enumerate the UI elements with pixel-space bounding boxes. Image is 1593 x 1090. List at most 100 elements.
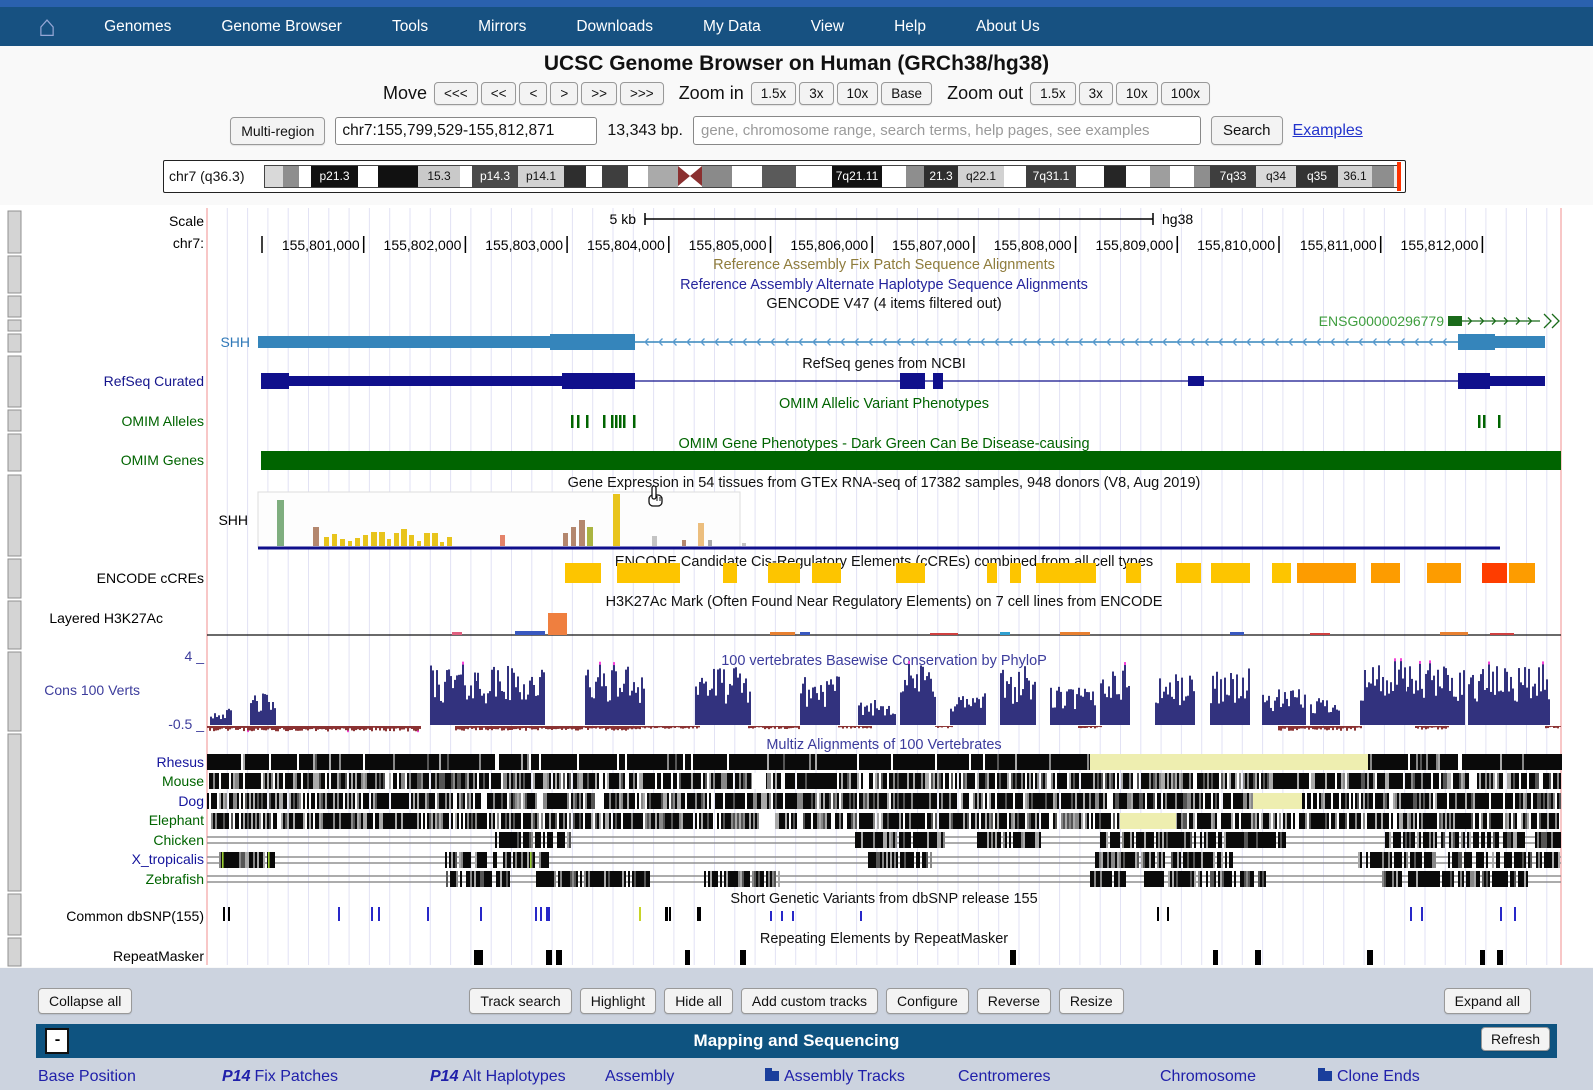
chrom-band[interactable]	[796, 166, 832, 187]
zoom-in-button-1-5x[interactable]: 1.5x	[751, 82, 797, 105]
config-link-base-position[interactable]: Base Position	[38, 1068, 136, 1086]
control-button-add-custom-tracks[interactable]: Add custom tracks	[741, 988, 878, 1014]
control-button-track-search[interactable]: Track search	[469, 988, 571, 1014]
move-button-[interactable]: <	[519, 82, 547, 105]
chrom-band-15-3[interactable]: 15.3	[418, 166, 460, 187]
search-button[interactable]: Search	[1211, 116, 1283, 145]
config-link-clone-ends[interactable]: Clone Ends	[1318, 1068, 1420, 1086]
chrom-band-q35[interactable]: q35	[1296, 166, 1338, 187]
chrom-band[interactable]	[906, 166, 924, 187]
search-input[interactable]	[693, 116, 1201, 145]
chrom-band[interactable]	[702, 166, 732, 187]
base-position-ruler[interactable]: 5 kbhg38155,801,000155,802,000155,803,00…	[262, 211, 1482, 253]
chrom-band[interactable]	[283, 166, 299, 187]
track-omim-alleles[interactable]	[571, 415, 1501, 428]
chrom-band[interactable]	[378, 166, 418, 187]
track-gtex-gene-expression[interactable]	[258, 492, 1500, 548]
config-link-assembly[interactable]: Assembly	[605, 1068, 674, 1086]
chromosome-ideogram[interactable]: chr7 (q36.3) p21.315.3p14.3p14.17q21.112…	[163, 160, 1406, 193]
zoom-out-button-3x[interactable]: 3x	[1079, 82, 1113, 105]
chrom-band[interactable]	[1150, 166, 1170, 187]
multi-region-button[interactable]: Multi-region	[230, 117, 325, 145]
nav-item-downloads[interactable]: Downloads	[576, 18, 653, 36]
chrom-band-7q21-11[interactable]: 7q21.11	[832, 166, 882, 187]
chrom-band[interactable]	[460, 166, 472, 187]
track-repeatmasker[interactable]	[474, 950, 1503, 965]
chrom-band-7q31-1[interactable]: 7q31.1	[1026, 166, 1076, 187]
chrom-band[interactable]	[882, 166, 906, 187]
config-link-alt-haplotypes[interactable]: P14Alt Haplotypes	[430, 1068, 566, 1086]
config-link-assembly-tracks[interactable]: Assembly Tracks	[765, 1068, 905, 1086]
control-button-expand-all[interactable]: Expand all	[1444, 988, 1531, 1014]
chrom-band[interactable]	[1004, 166, 1026, 187]
chrom-band[interactable]	[732, 166, 762, 187]
chrom-band[interactable]	[1126, 166, 1150, 187]
control-button-collapse-all[interactable]: Collapse all	[38, 988, 132, 1014]
chrom-band[interactable]	[299, 166, 311, 187]
chrom-band[interactable]	[358, 166, 378, 187]
chrom-band-p14-1[interactable]: p14.1	[518, 166, 564, 187]
track-drag-handles[interactable]	[8, 211, 21, 966]
track-multiz-mouse[interactable]	[209, 773, 1561, 789]
nav-item-mirrors[interactable]: Mirrors	[478, 18, 526, 36]
track-refseq-curated[interactable]	[261, 373, 1545, 389]
track-multiz-rhesus[interactable]	[207, 754, 1562, 770]
chrom-band-q34[interactable]: q34	[1256, 166, 1296, 187]
zoom-out-button-100x[interactable]: 100x	[1161, 82, 1210, 105]
nav-item-tools[interactable]: Tools	[392, 18, 428, 36]
tracks-image[interactable]: 5 kbhg38155,801,000155,802,000155,803,00…	[0, 205, 1593, 967]
control-button-highlight[interactable]: Highlight	[580, 988, 656, 1014]
chrom-band[interactable]	[564, 166, 586, 187]
chrom-band[interactable]	[1170, 166, 1194, 187]
move-button-[interactable]: <<	[481, 82, 517, 105]
move-button-[interactable]: >>	[581, 82, 617, 105]
refresh-button[interactable]: Refresh	[1481, 1027, 1550, 1051]
examples-link[interactable]: Examples	[1293, 122, 1363, 140]
chrom-band-p21-3[interactable]: p21.3	[311, 166, 358, 187]
chrom-band-p14-3[interactable]: p14.3	[472, 166, 518, 187]
control-button-hide-all[interactable]: Hide all	[664, 988, 733, 1014]
chrom-band[interactable]	[1104, 166, 1126, 187]
zoom-out-button-10x[interactable]: 10x	[1116, 82, 1158, 105]
chrom-band[interactable]	[586, 166, 602, 187]
control-button-resize[interactable]: Resize	[1059, 988, 1124, 1014]
zoom-in-button-base[interactable]: Base	[881, 82, 932, 105]
zoom-in-button-3x[interactable]: 3x	[799, 82, 833, 105]
chrom-band[interactable]	[1372, 166, 1394, 187]
track-labels[interactable]: Scalechr7:SHHRefSeq CuratedOMIM AllelesO…	[44, 213, 250, 964]
chrom-band[interactable]	[1194, 166, 1210, 187]
nav-item-about-us[interactable]: About Us	[976, 18, 1040, 36]
nav-item-genome-browser[interactable]: Genome Browser	[221, 18, 342, 36]
move-button-[interactable]: >>>	[620, 82, 664, 105]
nav-item-help[interactable]: Help	[894, 18, 926, 36]
position-input[interactable]	[335, 117, 597, 145]
genome-tracks-svg[interactable]: 5 kbhg38155,801,000155,802,000155,803,00…	[0, 205, 1593, 967]
nav-item-view[interactable]: View	[811, 18, 844, 36]
track-multiz-elephant[interactable]	[211, 813, 1559, 829]
track-common-dbsnp[interactable]	[223, 907, 1516, 921]
track-omim-genes[interactable]	[261, 451, 1561, 470]
nav-item-genomes[interactable]: Genomes	[104, 18, 171, 36]
zoom-out-button-1-5x[interactable]: 1.5x	[1030, 82, 1076, 105]
move-button-[interactable]: >	[550, 82, 578, 105]
chrom-band[interactable]	[1076, 166, 1104, 187]
chrom-band[interactable]	[648, 166, 678, 187]
config-link-fix-patches[interactable]: P14Fix Patches	[222, 1068, 338, 1086]
chrom-band[interactable]	[762, 166, 796, 187]
home-icon[interactable]: ⌂	[38, 12, 56, 42]
nav-item-my-data[interactable]: My Data	[703, 18, 761, 36]
control-button-configure[interactable]: Configure	[886, 988, 969, 1014]
chrom-band-q22-1[interactable]: q22.1	[958, 166, 1004, 187]
chrom-band[interactable]	[265, 166, 283, 187]
chrom-band[interactable]	[628, 166, 648, 187]
chrom-band-7q33[interactable]: 7q33	[1210, 166, 1256, 187]
collapse-group-button[interactable]: -	[45, 1028, 69, 1054]
config-link-centromeres[interactable]: Centromeres	[958, 1068, 1050, 1086]
chrom-band-21-3[interactable]: 21.3	[924, 166, 958, 187]
chrom-band[interactable]	[602, 166, 628, 187]
move-button-[interactable]: <<<	[434, 82, 478, 105]
config-link-chromosome[interactable]: Chromosome	[1160, 1068, 1256, 1086]
control-button-reverse[interactable]: Reverse	[977, 988, 1051, 1014]
zoom-in-button-10x[interactable]: 10x	[837, 82, 879, 105]
chrom-band-36-1[interactable]: 36.1	[1338, 166, 1372, 187]
